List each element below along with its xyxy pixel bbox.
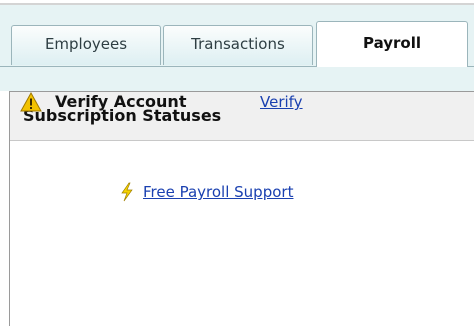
warning-icon bbox=[20, 92, 42, 112]
tab-employees[interactable]: Employees bbox=[11, 25, 161, 65]
verify-link[interactable]: Verify bbox=[260, 93, 303, 111]
tab-strip: Employees Transactions Payroll bbox=[0, 5, 474, 91]
lightning-bolt-icon bbox=[121, 182, 133, 202]
verify-account-label: Verify Account bbox=[55, 92, 187, 111]
subscription-status-panel: Subscription Statuses bbox=[9, 91, 474, 326]
tab-transactions[interactable]: Transactions bbox=[163, 25, 313, 65]
tab-payroll[interactable]: Payroll bbox=[316, 21, 468, 67]
free-payroll-support-link[interactable]: Free Payroll Support bbox=[143, 183, 293, 201]
payroll-page: Employees Transactions Payroll Subscript… bbox=[0, 0, 474, 326]
